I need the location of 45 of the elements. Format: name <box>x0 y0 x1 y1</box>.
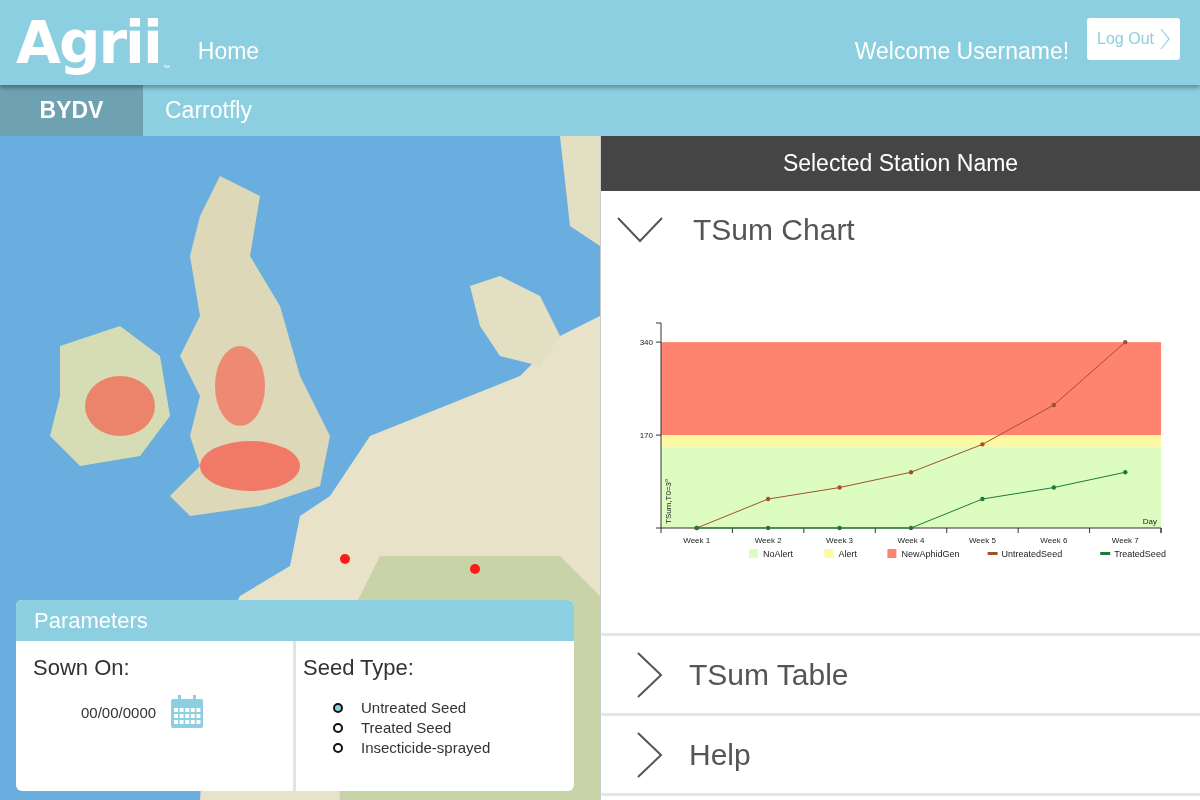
data-point <box>980 442 985 447</box>
data-point <box>837 525 842 531</box>
data-point <box>765 525 771 531</box>
data-point <box>908 525 914 531</box>
date-value[interactable]: 00/00/0000 <box>81 703 157 721</box>
data-point <box>765 496 771 502</box>
x-tick-label: Week 1 <box>683 536 711 545</box>
field-label: Seed Type: <box>303 655 415 681</box>
radio-option[interactable]: Treated Seed <box>333 719 557 736</box>
welcome-text: Welcome Username! <box>854 38 1070 65</box>
legend-label: TreatedSeed <box>1114 549 1166 559</box>
chevron-right-icon <box>637 731 663 778</box>
y-tick-label: 340 <box>639 338 653 348</box>
data-point <box>1051 485 1057 490</box>
legend-label: NoAlert <box>763 549 793 559</box>
chevron-right-icon <box>637 651 663 698</box>
field-label: Sown On: <box>33 655 131 681</box>
panel-title: Selected Station Name <box>601 136 1200 191</box>
radio-option[interactable]: Untreated Seed <box>333 699 557 716</box>
x-tick-label: Week 5 <box>968 536 996 545</box>
y-axis-label: TSum,T0=3° <box>664 478 673 524</box>
x-tick-label: Week 7 <box>1111 536 1139 545</box>
x-tick-label: Week 4 <box>897 536 925 545</box>
legend-label: UntreatedSeed <box>1001 549 1063 559</box>
data-point <box>1123 470 1128 475</box>
x-axis-label: Day <box>1142 517 1157 526</box>
calendar-icon[interactable] <box>170 695 205 729</box>
chevron-right-icon <box>1160 27 1170 50</box>
data-point <box>837 485 842 490</box>
legend-label: NewAphidGen <box>901 549 960 559</box>
chevron-down-icon <box>617 216 663 243</box>
accordion-header[interactable]: TSum Table <box>601 636 1200 713</box>
x-tick-label: Week 3 <box>826 536 854 545</box>
accordion-header[interactable]: TSum Chart <box>601 191 1200 268</box>
accordion-header[interactable]: Help <box>601 716 1200 793</box>
x-tick-label: Week 6 <box>1040 536 1068 545</box>
data-point <box>908 470 914 475</box>
data-point <box>1123 339 1128 345</box>
legend-label: Alert <box>838 549 857 559</box>
radio-option[interactable]: Insecticide-sprayed <box>333 739 557 756</box>
y-tick-label: 170 <box>639 431 653 441</box>
data-point <box>980 496 985 502</box>
x-tick-label: Week 2 <box>754 536 782 545</box>
data-point <box>1051 402 1057 408</box>
card-title: Parameters <box>16 600 574 641</box>
